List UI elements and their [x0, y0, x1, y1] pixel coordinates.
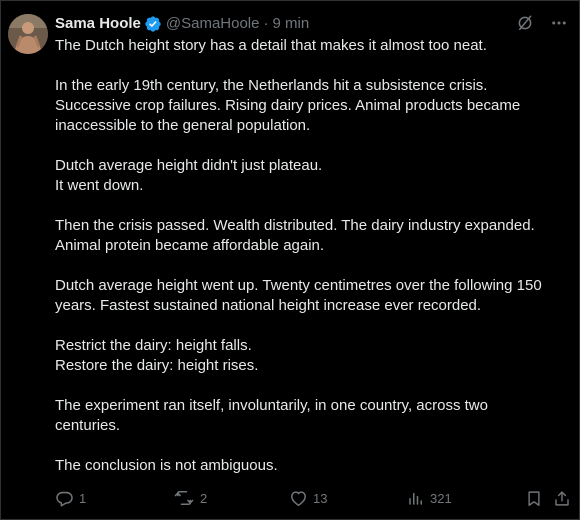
tweet-text-line: Successive crop failures. Rising dairy p…: [55, 97, 521, 114]
tweet-paragraph: Dutch average height went up. Twenty cen…: [55, 276, 567, 316]
retweet-icon: [173, 488, 195, 508]
tweet-card[interactable]: Sama Hoole @SamaHoole · 9 min The Dutch: [0, 0, 580, 520]
tweet-paragraph: Restrict the dairy: height falls. Restore…: [55, 336, 567, 376]
tweet-paragraph: The Dutch height story has a detail that…: [55, 36, 567, 56]
tweet-paragraph: Then the crisis passed. Wealth distribut…: [55, 216, 567, 256]
tweet-actions: 1 2 13 321: [55, 487, 569, 509]
like-icon: [289, 489, 308, 508]
like-button[interactable]: 13: [289, 487, 327, 509]
reply-icon: [55, 489, 74, 508]
tweet-text-line: It went down.: [55, 177, 144, 194]
tweet-text-line: Dutch average height didn't just plateau…: [55, 157, 323, 174]
tweet-paragraph: The experiment ran itself, involuntarily…: [55, 396, 567, 436]
bookmark-button[interactable]: [525, 487, 543, 509]
tweet-text-line: Then the crisis passed. Wealth distribut…: [55, 217, 535, 234]
like-count: 13: [313, 490, 328, 506]
tweet-paragraph: In the early 19th century, the Netherlan…: [55, 76, 567, 136]
views-count: 321: [430, 490, 452, 506]
tweet-timestamp[interactable]: 9 min: [272, 14, 309, 34]
tweet-text-line: inaccessible to the general population.: [55, 117, 311, 134]
retweet-button[interactable]: 2: [173, 487, 207, 509]
tweet-paragraph: The conclusion is not ambiguous.: [55, 456, 567, 476]
tweet-text: The Dutch height story has a detail that…: [55, 36, 567, 476]
author-handle[interactable]: @SamaHoole: [166, 14, 260, 34]
grok-icon[interactable]: [515, 13, 535, 33]
header-separator: ·: [263, 15, 269, 32]
tweet-header: Sama Hoole @SamaHoole · 9 min: [55, 14, 309, 34]
tweet-text-line: The experiment ran itself, involuntarily…: [55, 397, 488, 414]
share-button[interactable]: [553, 487, 571, 509]
tweet-text-line: Restrict the dairy: height falls.: [55, 337, 252, 354]
tweet-text-line: The Dutch height story has a detail that…: [55, 37, 487, 54]
reply-count: 1: [79, 490, 87, 506]
bookmark-icon: [525, 489, 543, 508]
top-actions: [515, 13, 569, 33]
tweet-text-line: Animal protein became affordable again.: [55, 237, 325, 254]
retweet-count: 2: [200, 490, 208, 506]
tweet-text-line: centuries.: [55, 417, 121, 434]
author-name[interactable]: Sama Hoole: [55, 14, 141, 34]
verified-badge-icon: [144, 15, 162, 33]
share-icon: [553, 489, 571, 508]
more-icon[interactable]: [549, 13, 569, 33]
avatar-image: [8, 14, 48, 54]
avatar[interactable]: [8, 14, 48, 54]
views-icon: [407, 489, 425, 507]
views-button[interactable]: 321: [407, 487, 452, 509]
tweet-text-line: years. Fastest sustained national height…: [55, 297, 482, 314]
tweet-text-line: In the early 19th century, the Netherlan…: [55, 77, 488, 94]
reply-button[interactable]: 1: [55, 487, 86, 509]
tweet-text-line: Restore the dairy: height rises.: [55, 357, 259, 374]
tweet-text-line: Dutch average height went up. Twenty cen…: [55, 277, 542, 294]
tweet-paragraph: Dutch average height didn't just plateau…: [55, 156, 567, 196]
tweet-text-line: The conclusion is not ambiguous.: [55, 457, 278, 474]
